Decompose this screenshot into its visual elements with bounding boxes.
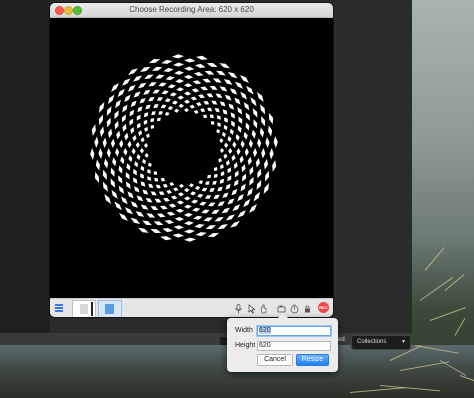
ring-tile xyxy=(157,117,161,122)
lock-icon[interactable] xyxy=(303,304,312,316)
layout-thumbnail-1[interactable] xyxy=(72,300,96,317)
list-view-icon[interactable] xyxy=(55,304,63,312)
title-bar[interactable]: Choose Recording Area: 620 x 620 xyxy=(50,3,333,18)
desktop-wallpaper xyxy=(412,0,474,398)
chevron-down-icon: ▼ xyxy=(401,339,406,345)
record-button[interactable]: REC xyxy=(318,302,329,313)
width-field[interactable]: 620 xyxy=(257,326,331,336)
recording-area-window: Choose Recording Area: 620 x 620 REC xyxy=(50,3,333,317)
window-title: Choose Recording Area: 620 x 620 xyxy=(129,5,254,14)
width-field-value: 620 xyxy=(259,327,271,334)
height-label: Height xyxy=(235,342,256,349)
checkered-ring-pattern xyxy=(90,54,278,242)
cancel-button[interactable]: Cancel xyxy=(257,354,293,366)
collections-dropdown[interactable]: Collections ▼ xyxy=(351,335,411,350)
resize-popover: Width 620 Height 620 Cancel Resize xyxy=(227,313,338,372)
cursor-icon[interactable] xyxy=(247,304,256,316)
click-icon[interactable] xyxy=(259,304,268,316)
height-field-value: 620 xyxy=(259,342,271,349)
collections-label: Collections xyxy=(357,339,387,345)
ring-tile xyxy=(210,121,215,125)
microphone-icon[interactable] xyxy=(234,304,243,316)
recording-canvas[interactable] xyxy=(50,18,333,298)
popover-arrow xyxy=(278,313,288,318)
layout-thumbnail-2[interactable] xyxy=(98,300,122,317)
height-field[interactable]: 620 xyxy=(257,341,331,351)
background-app-sidebar xyxy=(0,0,50,333)
timer-icon[interactable] xyxy=(290,304,299,316)
resize-button[interactable]: Resize xyxy=(296,354,329,366)
ring-tile xyxy=(207,174,211,179)
partial-status-label: ed xyxy=(338,337,345,343)
bottom-toolbar: REC xyxy=(50,298,333,317)
ring-tile xyxy=(153,171,158,175)
width-label: Width xyxy=(235,327,253,334)
